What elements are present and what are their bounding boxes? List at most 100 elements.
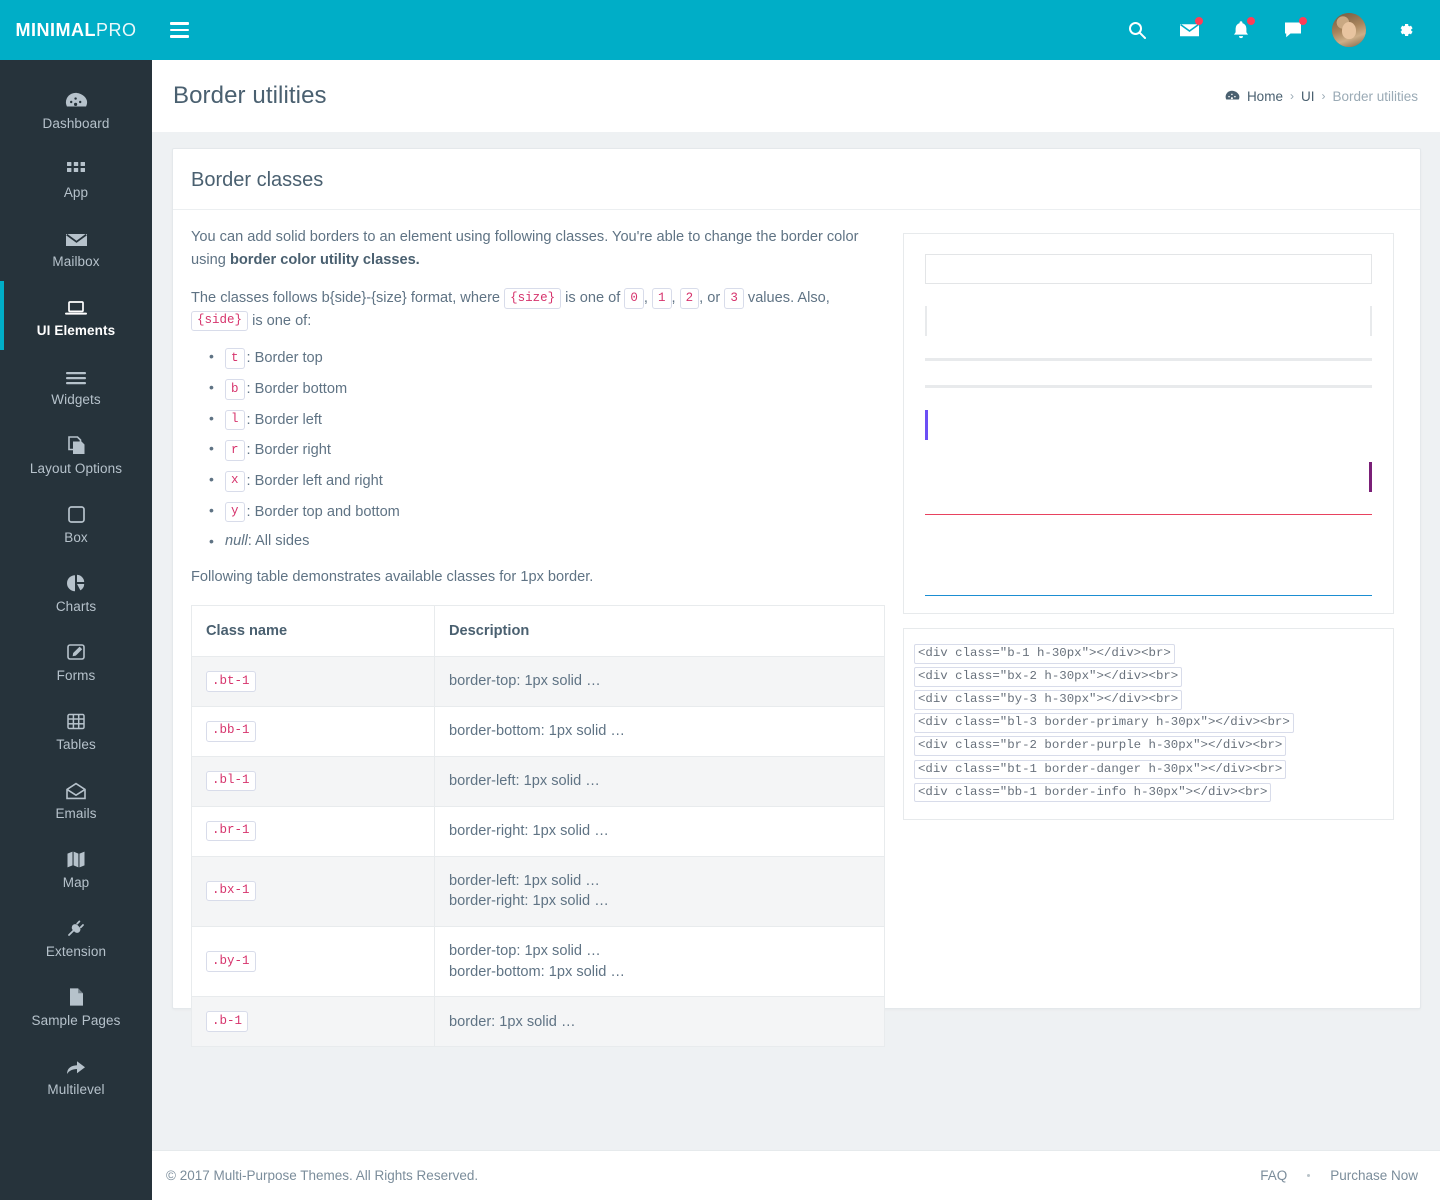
intro-text-e: is one of: bbox=[248, 312, 312, 329]
arrow-share-icon bbox=[65, 1052, 87, 1076]
sidebar-item-tables[interactable]: Tables bbox=[0, 695, 152, 764]
border-classes-table: Class name Description .bt-1 border-top:… bbox=[191, 605, 885, 1048]
side-badge-t: t bbox=[225, 348, 245, 370]
class-description: border-right: 1px solid … bbox=[434, 806, 885, 857]
footer-link-purchase[interactable]: Purchase Now bbox=[1330, 1168, 1418, 1183]
demo-box-bx-2 bbox=[925, 306, 1372, 336]
class-description: border-left: 1px solid … bbox=[434, 756, 885, 807]
list-item: l: Border left bbox=[209, 409, 885, 431]
sidebar-item-label: Emails bbox=[55, 806, 97, 822]
brand-logo[interactable]: MINIMALPRO bbox=[0, 0, 152, 60]
brand-text: MINIMALPRO bbox=[16, 20, 137, 41]
table-icon bbox=[66, 707, 86, 731]
border-classes-card: Border classes You can add solid borders… bbox=[172, 148, 1421, 1048]
list-item: b: Border bottom bbox=[209, 379, 885, 400]
sidebar-item-emails[interactable]: Emails bbox=[0, 764, 152, 833]
demo-box-by-3 bbox=[925, 358, 1372, 388]
side-token-badge: {side} bbox=[191, 310, 249, 332]
sidebar-item-label: Dashboard bbox=[42, 116, 110, 132]
side-desc: : Border left bbox=[246, 411, 322, 428]
table-row: .b-1 border: 1px solid … bbox=[191, 996, 885, 1047]
card-body: You can add solid borders to an element … bbox=[173, 210, 1420, 1067]
file-icon bbox=[68, 983, 85, 1007]
sidebar-item-label: Sample Pages bbox=[31, 1013, 121, 1029]
null-keyword: null bbox=[225, 533, 248, 550]
list-item: y: Border top and bottom bbox=[209, 501, 885, 523]
breadcrumb-home[interactable]: Home bbox=[1247, 89, 1283, 104]
demo-box-bb-1-info bbox=[925, 566, 1372, 596]
menu-toggle-icon[interactable] bbox=[170, 17, 196, 43]
side-desc: : Border top and bottom bbox=[246, 503, 400, 520]
intro-paragraph-2: The classes follows b{side}-{size} forma… bbox=[191, 287, 885, 332]
border-demo-panel bbox=[903, 233, 1394, 614]
sidebar-item-label: Forms bbox=[56, 668, 96, 684]
page-title: Border utilities bbox=[173, 82, 327, 109]
sidebar-item-forms[interactable]: Forms bbox=[0, 626, 152, 695]
side-badge-y: y bbox=[225, 501, 245, 523]
page-header: Border utilities Home › UI › Border util… bbox=[152, 60, 1440, 132]
card-title: Border classes bbox=[191, 169, 324, 191]
footer-links: FAQ Purchase Now bbox=[1260, 1168, 1418, 1183]
class-badge: .b-1 bbox=[206, 1011, 249, 1033]
value-badge-3: 3 bbox=[724, 288, 744, 309]
sidebar-item-label: Mailbox bbox=[52, 254, 100, 270]
value-badge-2: 2 bbox=[679, 288, 700, 309]
footer-separator-dot bbox=[1307, 1174, 1311, 1177]
border-color-link: border color utility classes. bbox=[229, 251, 420, 268]
table-intro: Following table demonstrates available c… bbox=[191, 569, 594, 586]
sidebar-item-ui-elements[interactable]: UI Elements bbox=[0, 281, 152, 350]
breadcrumb-ui[interactable]: UI bbox=[1301, 89, 1315, 104]
table-row: .bb-1 border-bottom: 1px solid … bbox=[191, 706, 885, 757]
sidebar-item-sample-pages[interactable]: Sample Pages bbox=[0, 971, 152, 1040]
sidebar-item-label: Extension bbox=[45, 944, 107, 960]
table-row: .bl-1 border-left: 1px solid … bbox=[191, 756, 885, 807]
sidebar-item-label: Tables bbox=[56, 737, 96, 753]
sidebar-item-label: Multilevel bbox=[47, 1082, 105, 1098]
class-description: border: 1px solid … bbox=[449, 1013, 576, 1030]
sidebar-item-label: UI Elements bbox=[36, 323, 116, 339]
chat-icon[interactable] bbox=[1280, 17, 1307, 43]
size-token-badge: {size} bbox=[504, 288, 562, 309]
col-header-description: Description bbox=[434, 605, 885, 658]
null-desc: : All sides bbox=[247, 533, 310, 550]
card-header: Border classes bbox=[173, 149, 1420, 210]
sidebar-item-dashboard[interactable]: Dashboard bbox=[0, 74, 152, 143]
mail-icon[interactable] bbox=[1176, 17, 1203, 43]
code-snippet-panel: <div class="b-1 h-30px"></div><br> <div … bbox=[903, 628, 1394, 820]
sidebar-item-widgets[interactable]: Widgets bbox=[0, 350, 152, 419]
footer-link-faq[interactable]: FAQ bbox=[1260, 1168, 1287, 1183]
breadcrumb-separator: › bbox=[1289, 89, 1294, 103]
side-badge-b: b bbox=[225, 379, 245, 400]
code-line: <div class="bx-2 h-30px"></div><br> bbox=[914, 667, 1183, 687]
mail-badge-dot bbox=[1195, 17, 1203, 25]
sidebar-item-multilevel[interactable]: Multilevel bbox=[0, 1040, 152, 1109]
side-badge-r: r bbox=[225, 440, 245, 461]
class-description: border-top: 1px solid … border-bottom: 1… bbox=[434, 926, 885, 998]
navbar-actions bbox=[1124, 13, 1440, 47]
demo-box-br-2-purple bbox=[925, 462, 1372, 492]
intro-paragraph-1: You can add solid borders to an element … bbox=[191, 226, 885, 271]
demo-column: <div class="b-1 h-30px"></div><br> <div … bbox=[903, 226, 1402, 1047]
search-icon[interactable] bbox=[1124, 17, 1150, 43]
sidebar-item-charts[interactable]: Charts bbox=[0, 557, 152, 626]
sidebar-item-label: Box bbox=[64, 530, 88, 546]
class-description: border-top: 1px solid … bbox=[434, 656, 885, 707]
avatar[interactable] bbox=[1332, 13, 1366, 47]
sidebar-item-mailbox[interactable]: Mailbox bbox=[0, 212, 152, 281]
map-icon bbox=[66, 845, 86, 869]
sidebar-item-layout-options[interactable]: Layout Options bbox=[0, 419, 152, 488]
sidebar-item-extension[interactable]: Extension bbox=[0, 902, 152, 971]
code-line: <div class="bt-1 border-danger h-30px"><… bbox=[914, 759, 1287, 780]
side-badge-x: x bbox=[225, 470, 245, 492]
intro-text-d: values. Also, bbox=[743, 290, 830, 307]
grid-icon bbox=[66, 155, 86, 179]
top-navbar: MINIMALPRO bbox=[0, 0, 1440, 60]
code-line: <div class="br-2 border-purple h-30px"><… bbox=[914, 736, 1287, 757]
pencil-square-icon bbox=[66, 638, 86, 662]
sidebar-item-map[interactable]: Map bbox=[0, 833, 152, 902]
sidebar-item-app[interactable]: App bbox=[0, 143, 152, 212]
sidebar-item-box[interactable]: Box bbox=[0, 488, 152, 557]
bell-icon[interactable] bbox=[1228, 17, 1255, 43]
gear-icon[interactable] bbox=[1392, 17, 1418, 43]
sidebar: Dashboard App Mailbox UI Elements Widget… bbox=[0, 60, 152, 1200]
